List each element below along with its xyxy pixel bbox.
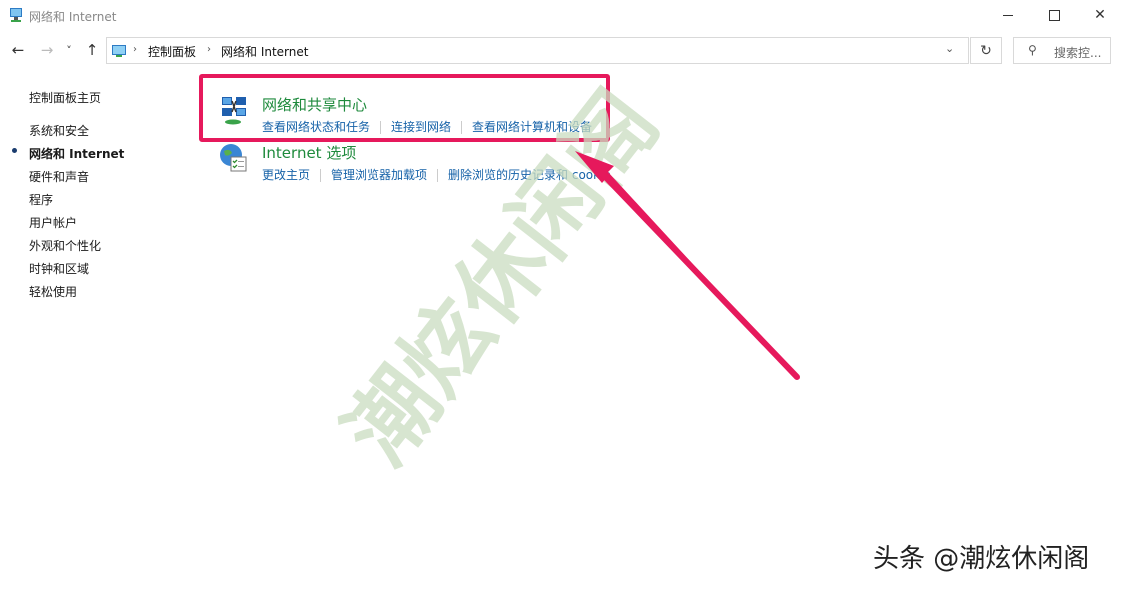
maximize-icon (1048, 9, 1060, 21)
link-divider (437, 169, 439, 182)
category-title-internet-options[interactable]: Internet 选项 (262, 142, 356, 163)
highlight-box (199, 74, 610, 142)
breadcrumb-network-internet[interactable]: 网络和 Internet (221, 43, 308, 60)
search-placeholder: 搜索控... (1054, 46, 1102, 60)
credit-text: 头条 @潮炫休闲阁 (873, 544, 1090, 574)
search-box[interactable]: ⚲ 搜索控... (1013, 37, 1111, 64)
watermark: 潮炫休闲阁 (330, 80, 677, 483)
category-links: 更改主页 管理浏览器加载项 删除浏览的历史记录和 cookie (262, 166, 611, 183)
up-arrow-icon: ↑ (85, 41, 99, 59)
close-icon: ✕ (1094, 7, 1106, 23)
up-button[interactable]: ↑ (82, 40, 102, 60)
search-icon: ⚲ (1028, 43, 1037, 57)
sidebar-item-network-internet: 网络和 Internet (29, 147, 125, 161)
link-change-homepage[interactable]: 更改主页 (262, 168, 310, 182)
arrow-icon (575, 151, 797, 377)
sidebar-item-ease-of-access[interactable]: 轻松使用 (29, 283, 77, 300)
link-divider (320, 169, 322, 182)
refresh-button[interactable]: ↻ (970, 37, 1002, 64)
title-bar: 网络和 Internet ✕ (0, 0, 1125, 30)
sidebar-item-control-panel-home[interactable]: 控制面板主页 (29, 89, 101, 106)
minimize-button[interactable] (985, 0, 1031, 30)
link-manage-addons[interactable]: 管理浏览器加载项 (331, 168, 427, 182)
recent-locations-button[interactable]: ˅ (62, 40, 76, 60)
back-arrow-icon: ← (11, 41, 25, 59)
sidebar-item-appearance[interactable]: 外观和个性化 (29, 237, 101, 254)
maximize-button[interactable] (1031, 0, 1077, 30)
address-dropdown-icon[interactable]: ⌄ (945, 42, 954, 55)
forward-button[interactable]: → (37, 40, 57, 60)
control-panel-icon (112, 45, 126, 57)
sidebar-item-system-security[interactable]: 系统和安全 (29, 122, 89, 139)
internet-options-icon (220, 144, 247, 172)
breadcrumb-separator-icon: › (133, 44, 137, 55)
chevron-down-icon: ˅ (66, 43, 72, 57)
navigation-bar: ← → ˅ ↑ › 控制面板 › 网络和 Internet ⌄ ↻ ⚲ 搜索控.… (0, 34, 1125, 66)
window-title: 网络和 Internet (29, 10, 117, 24)
link-delete-history[interactable]: 删除浏览的历史记录和 cookie (448, 168, 611, 182)
sidebar-item-programs[interactable]: 程序 (29, 191, 53, 208)
forward-arrow-icon: → (40, 41, 54, 59)
breadcrumb-separator-icon: › (207, 44, 211, 55)
address-bar[interactable]: › 控制面板 › 网络和 Internet ⌄ (106, 37, 969, 64)
minimize-icon (1003, 14, 1013, 16)
current-item-bullet (12, 148, 17, 153)
sidebar-item-clock-region[interactable]: 时钟和区域 (29, 260, 89, 277)
sidebar-item-user-accounts[interactable]: 用户帐户 (29, 214, 77, 231)
sidebar-item-hardware-sound[interactable]: 硬件和声音 (29, 168, 89, 185)
network-app-icon (10, 8, 22, 22)
back-button[interactable]: ← (8, 40, 28, 60)
close-button[interactable]: ✕ (1077, 0, 1123, 30)
breadcrumb-control-panel[interactable]: 控制面板 (148, 43, 196, 60)
refresh-icon: ↻ (980, 42, 992, 59)
